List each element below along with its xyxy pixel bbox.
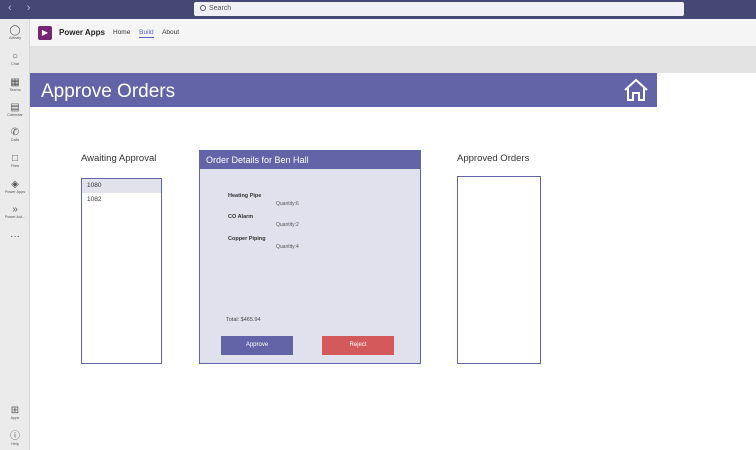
apps-icon: ⊞ <box>10 405 20 416</box>
title-banner: Approve Orders <box>30 73 657 107</box>
page-title: Approve Orders <box>41 81 176 102</box>
rail-item-files[interactable]: □ Files <box>0 153 30 169</box>
rail-item-power-automate[interactable]: » Power Aut... <box>0 204 30 220</box>
item-quantity: Quantity:4 <box>276 244 299 250</box>
item-quantity: Quantity:6 <box>276 201 299 207</box>
search-icon <box>200 5 206 11</box>
app-tabs: Home Build About <box>113 29 186 38</box>
search-placeholder: Search <box>209 5 232 12</box>
item-name: Heating Pipe <box>228 193 262 199</box>
calendar-icon: ▤ <box>10 102 20 113</box>
rail-item-calls[interactable]: ✆ Calls <box>0 127 30 143</box>
rail-item-teams[interactable]: ▦ Teams <box>0 77 30 93</box>
rail-more[interactable]: ··· <box>0 231 30 242</box>
approved-orders-list[interactable] <box>457 176 541 364</box>
approved-orders-label: Approved Orders <box>457 153 530 164</box>
rail-item-chat[interactable]: ○ Chat <box>0 51 30 67</box>
left-rail: ◯ Activity ○ Chat ▦ Teams ▤ Calendar ✆ C… <box>0 19 30 450</box>
item-quantity: Quantity:2 <box>276 222 299 228</box>
rail-item-power-apps[interactable]: ◈ Power Apps <box>0 179 30 195</box>
order-details-header: Order Details for Ben Hall <box>200 151 420 169</box>
chat-icon: ○ <box>11 51 19 62</box>
approve-button[interactable]: Approve <box>221 336 293 355</box>
home-icon[interactable] <box>623 78 649 102</box>
tab-about[interactable]: About <box>162 29 179 36</box>
tab-build[interactable]: Build <box>139 29 154 38</box>
rail-item-help[interactable]: ⓘ Help <box>0 431 30 447</box>
awaiting-approval-label: Awaiting Approval <box>81 153 157 164</box>
file-icon: □ <box>11 153 19 164</box>
app-name: Power Apps <box>59 28 105 37</box>
item-name: CO Alarm <box>228 214 254 220</box>
rail-item-activity[interactable]: ◯ Activity <box>0 25 30 41</box>
awaiting-orders-list[interactable]: 1080 1082 <box>81 178 162 364</box>
phone-icon: ✆ <box>10 127 20 138</box>
powerautomate-icon: » <box>12 204 18 215</box>
item-name: Copper Piping <box>228 236 266 242</box>
rail-item-apps[interactable]: ⊞ Apps <box>0 405 30 421</box>
list-item[interactable]: 1080 <box>82 179 161 193</box>
help-icon: ⓘ <box>10 431 20 442</box>
order-total: Total: $465.94 <box>226 317 261 323</box>
app-canvas: Approve Orders Awaiting Approval 1080 10… <box>30 47 756 450</box>
powerapps-icon: ◈ <box>11 179 19 190</box>
more-icon: ··· <box>10 231 20 242</box>
teams-icon: ▦ <box>10 77 20 88</box>
rail-item-calendar[interactable]: ▤ Calendar <box>0 102 30 118</box>
power-apps-logo-icon: ▶ <box>38 26 52 40</box>
app-header: ▶ Power Apps Home Build About <box>30 19 756 47</box>
nav-arrows[interactable]: ‹ › <box>8 2 36 14</box>
list-item[interactable]: 1082 <box>82 193 161 207</box>
title-bar: ‹ › Search <box>0 0 756 19</box>
tab-home[interactable]: Home <box>113 29 130 36</box>
order-details-panel: Order Details for Ben Hall Heating Pipe … <box>199 150 421 364</box>
search-bar[interactable]: Search <box>194 2 684 16</box>
canvas-top-strip <box>30 47 756 73</box>
reject-button[interactable]: Reject <box>322 336 394 355</box>
bell-icon: ◯ <box>9 25 21 36</box>
